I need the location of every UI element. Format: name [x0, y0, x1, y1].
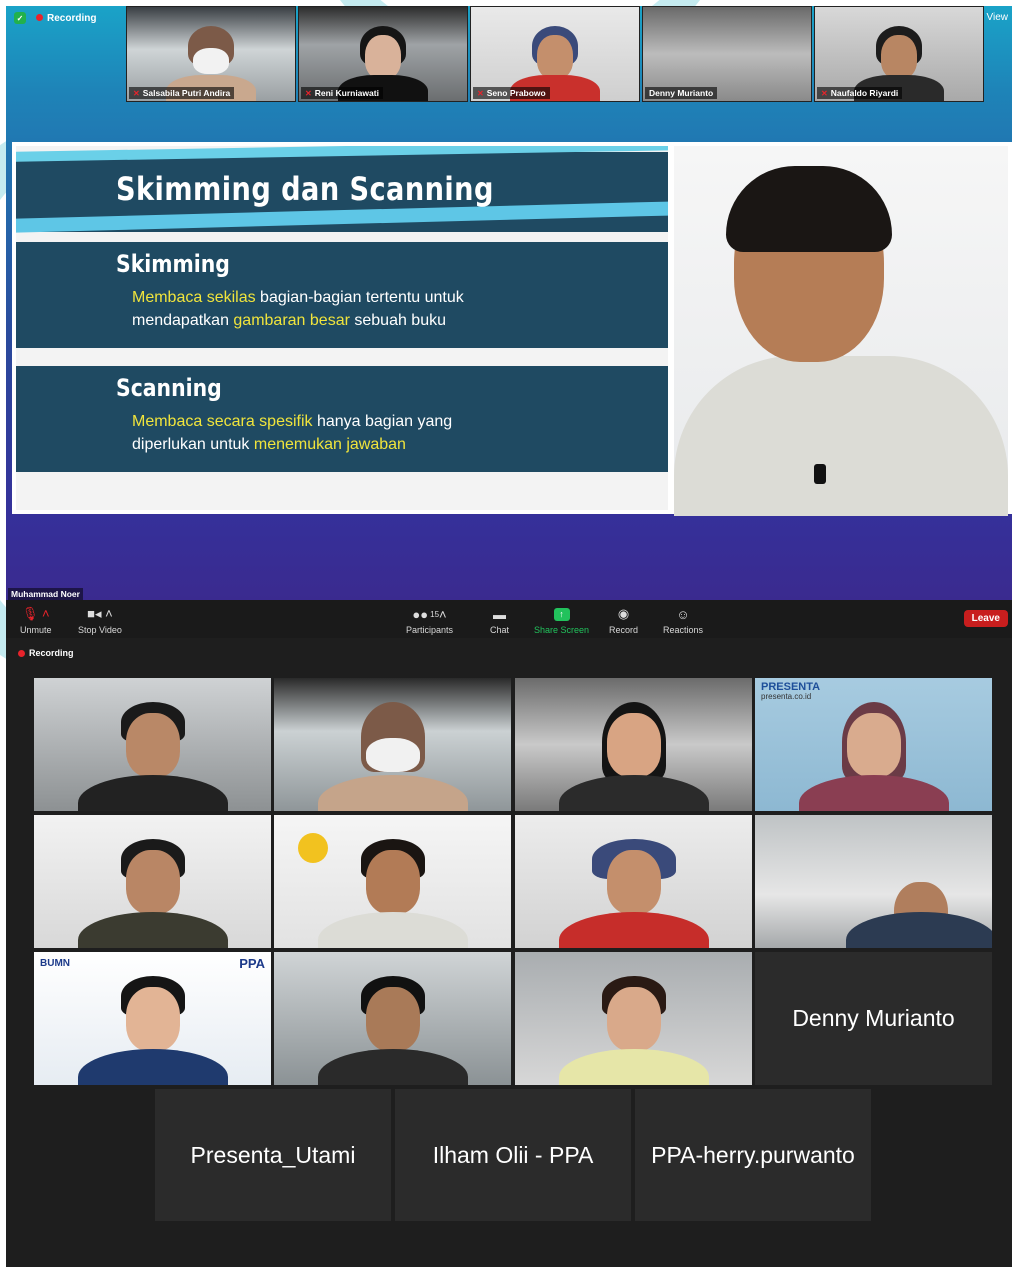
- mic-muted-icon: ✕: [821, 88, 828, 98]
- participant-thumbnail[interactable]: Denny Murianto: [642, 6, 812, 102]
- zoom-window-gallery-view: Recording PRESENTA presenta.co.id BUMN P…: [6, 638, 1012, 1267]
- lapel-mic: [814, 464, 826, 484]
- participant-name-tag: ✕ Seno Prabowo: [473, 87, 550, 99]
- participants-icon: ●● 15 ˄: [412, 606, 447, 622]
- active-speaker-name: Muhammad Noer: [8, 588, 83, 600]
- emoji-reaction-icon: ☺: [676, 606, 690, 622]
- participant-name-tile[interactable]: PPA-herry.purwanto: [635, 1089, 871, 1221]
- participant-video-tile[interactable]: [515, 678, 752, 811]
- presenta-logo: PRESENTA presenta.co.id: [761, 681, 821, 702]
- slide-section-skimming: Skimming Membaca sekilas bagian-bagian t…: [16, 242, 668, 348]
- chat-button[interactable]: ▬ Chat: [490, 606, 509, 636]
- participant-video-tile[interactable]: [515, 952, 752, 1085]
- presenter-video: [674, 146, 1008, 516]
- chat-bubble-icon: ▬: [493, 606, 506, 622]
- mic-muted-icon: ✕: [305, 88, 312, 98]
- shared-screen: ✓ Recording View ✕ Salsabila Putri Andira…: [6, 6, 1012, 606]
- record-dot-icon: [18, 649, 25, 657]
- participants-button[interactable]: ●● 15 ˄ Participants: [406, 606, 453, 636]
- participant-video-tile[interactable]: [755, 815, 992, 948]
- participant-thumbnail[interactable]: ✕ Naufaldo Riyardi: [814, 6, 984, 102]
- shield-icon: ✓: [14, 12, 26, 24]
- participant-video-tile[interactable]: [274, 952, 511, 1085]
- leave-button[interactable]: Leave: [963, 610, 1008, 627]
- meeting-controls-toolbar: Muhammad Noer 🎙︎ ˄ Unmute ■◂ ˄ Stop Vide…: [6, 588, 1012, 638]
- video-camera-icon: ■◂ ˄: [87, 606, 113, 621]
- participant-name-tag: Denny Murianto: [645, 87, 718, 99]
- participant-video-tile[interactable]: [515, 815, 752, 948]
- recording-indicator[interactable]: ✓ Recording: [14, 12, 96, 24]
- participant-name-tile[interactable]: Ilham Olii - PPA: [395, 1089, 631, 1221]
- participant-video-tile[interactable]: [274, 815, 511, 948]
- participant-thumbnail[interactable]: ✕ Salsabila Putri Andira: [126, 6, 296, 102]
- participant-name-tag: ✕ Salsabila Putri Andira: [129, 87, 235, 99]
- mic-muted-icon: ✕: [477, 88, 484, 98]
- zoom-window-shared-screen: ✓ Recording View ✕ Salsabila Putri Andira…: [6, 6, 1012, 638]
- participant-name-tile[interactable]: Denny Murianto: [755, 952, 992, 1085]
- participant-video-tile[interactable]: [34, 678, 271, 811]
- slide-section-scanning: Scanning Membaca secara spesifik hanya b…: [16, 366, 668, 472]
- section-text: Membaca sekilas bagian-bagian tertentu u…: [132, 289, 464, 329]
- presentation-slide: Skimming dan Scanning Skimming Membaca s…: [16, 146, 668, 510]
- microphone-muted-icon: 🎙︎ ˄: [21, 606, 50, 621]
- orchid-plant: [298, 833, 328, 863]
- participant-video-tile[interactable]: [34, 815, 271, 948]
- shared-content: Skimming dan Scanning Skimming Membaca s…: [12, 142, 1012, 516]
- ppa-logo: PPA: [239, 956, 265, 971]
- share-screen-button[interactable]: ↑ Share Screen: [534, 606, 589, 635]
- mic-muted-icon: ✕: [133, 88, 140, 98]
- participant-thumbnail[interactable]: ✕ Seno Prabowo: [470, 6, 640, 102]
- participant-thumbnail-strip: ✕ Salsabila Putri Andira ✕ Reni Kurniawati…: [126, 6, 984, 102]
- unmute-button[interactable]: 🎙︎ ˄ Unmute: [20, 606, 52, 635]
- slide-title: Skimming dan Scanning: [116, 170, 494, 208]
- section-text: Membaca secara spesifik hanya bagian yan…: [132, 413, 453, 453]
- record-button[interactable]: ◉ Record: [609, 606, 638, 635]
- reactions-button[interactable]: ☺ Reactions: [663, 606, 703, 636]
- record-dot-icon: [36, 13, 43, 21]
- recording-indicator[interactable]: Recording: [18, 648, 74, 658]
- participant-thumbnail[interactable]: ✕ Reni Kurniawati: [298, 6, 468, 102]
- participant-name-tag: ✕ Naufaldo Riyardi: [817, 87, 903, 99]
- section-heading: Skimming: [116, 250, 230, 278]
- participant-name-tag: ✕ Reni Kurniawati: [301, 87, 383, 99]
- participant-video-tile[interactable]: BUMN PPA: [34, 952, 271, 1085]
- participant-video-tile-active-speaker[interactable]: PRESENTA presenta.co.id: [755, 678, 992, 811]
- share-screen-icon: ↑: [553, 607, 570, 621]
- stop-video-button[interactable]: ■◂ ˄ Stop Video: [78, 606, 122, 635]
- participant-video-tile[interactable]: [274, 678, 511, 811]
- recording-label: Recording: [47, 12, 97, 24]
- section-heading: Scanning: [116, 374, 222, 402]
- bumn-logo: BUMN: [40, 958, 70, 969]
- record-icon: ◉: [617, 606, 630, 621]
- participant-name-tile[interactable]: Presenta_Utami: [155, 1089, 391, 1221]
- view-button[interactable]: View: [987, 12, 1009, 23]
